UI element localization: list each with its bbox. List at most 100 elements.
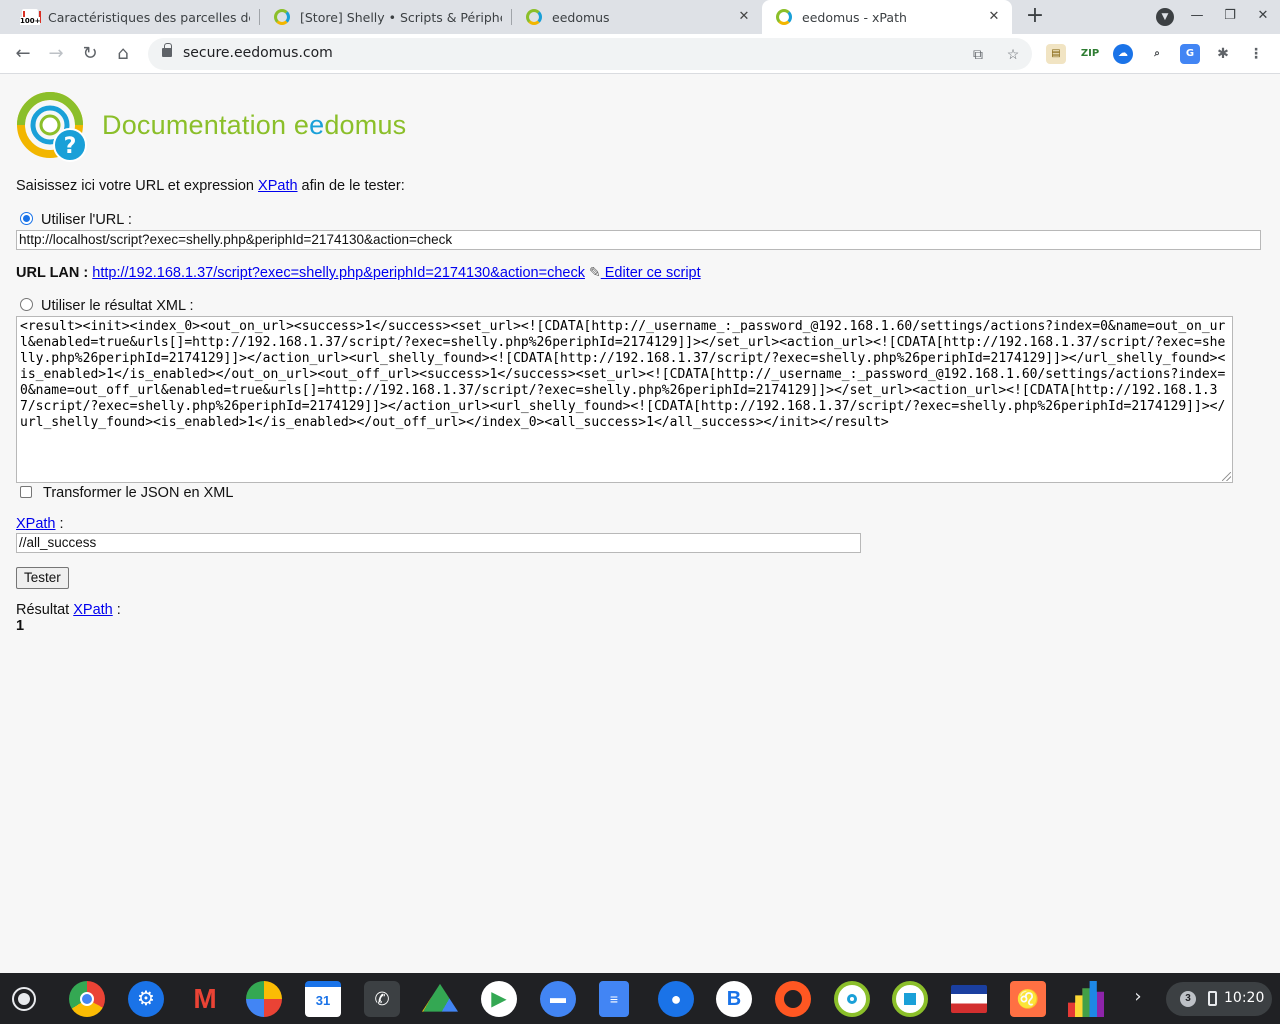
- result-xpath-link[interactable]: XPath: [73, 602, 113, 618]
- notification-count-badge[interactable]: 3: [1180, 991, 1196, 1007]
- page-content: ? Documentation eedomus Saisissez ici vo…: [0, 75, 1280, 973]
- address-bar[interactable]: secure.eedomus.com ⧉ ☆: [148, 38, 1032, 70]
- b-app-icon[interactable]: B: [716, 981, 752, 1017]
- pencil-icon[interactable]: ✎: [589, 264, 601, 280]
- extension-cloud-icon[interactable]: ☁: [1113, 44, 1133, 64]
- json-to-xml-option[interactable]: Transformer le JSON en XML: [20, 485, 233, 501]
- docs-icon[interactable]: ≡: [599, 981, 629, 1017]
- intro-before: Saisissez ici votre URL et expression: [16, 178, 259, 194]
- use-xml-label: Utiliser le résultat XML :: [41, 298, 194, 314]
- extensions-puzzle-icon[interactable]: ✱: [1213, 44, 1233, 64]
- xpath-input[interactable]: //all_success: [16, 533, 861, 553]
- tab-gmail[interactable]: Caractéristiques des parcelles de: [8, 0, 260, 34]
- minimize-icon[interactable]: —: [1189, 8, 1205, 24]
- extension-search-icon[interactable]: ⌕: [1147, 44, 1167, 64]
- gmail-icon[interactable]: M: [187, 981, 223, 1017]
- new-tab-button[interactable]: +: [1024, 5, 1046, 28]
- svg-text:?: ?: [64, 134, 77, 159]
- clock: 10:20: [1224, 990, 1265, 1006]
- whatsapp-icon[interactable]: ✆: [364, 981, 400, 1017]
- xml-textarea[interactable]: <result><init><index_0><out_on_url><succ…: [16, 316, 1233, 483]
- test-button[interactable]: Tester: [16, 567, 69, 589]
- url-input[interactable]: http://localhost/script?exec=shelly.php&…: [16, 230, 1261, 250]
- tab-eedomus-xpath[interactable]: eedomus - xPath ✕: [762, 0, 1012, 34]
- resize-grip[interactable]: [1222, 472, 1231, 481]
- close-tab-icon[interactable]: ✕: [986, 9, 1002, 25]
- extension-zip-icon[interactable]: ZIP: [1080, 44, 1100, 64]
- xml-text: <result><init><index_0><out_on_url><succ…: [20, 319, 1226, 430]
- title-e: e: [309, 110, 325, 140]
- close-tab-icon[interactable]: ✕: [736, 9, 752, 25]
- tab-title: eedomus: [552, 9, 610, 25]
- home-icon[interactable]: ⌂: [111, 42, 135, 66]
- xpath-label-suffix: :: [55, 516, 64, 532]
- xpath-label-row: XPath :: [16, 516, 64, 532]
- photos-icon[interactable]: [246, 981, 282, 1017]
- xpath-link[interactable]: XPath: [258, 178, 298, 194]
- more-menu-icon[interactable]: ⋮: [1246, 44, 1266, 64]
- calendar-icon[interactable]: 31: [305, 981, 341, 1017]
- intro-after: afin de le tester:: [297, 178, 405, 194]
- tab-title: [Store] Shelly • Scripts & Périphér: [300, 9, 502, 25]
- browser-tab-strip: Caractéristiques des parcelles de [Store…: [0, 0, 1280, 34]
- documentation-title: Documentation eedomus: [102, 110, 406, 141]
- play-store-icon[interactable]: ▶: [481, 981, 517, 1017]
- forward-arrow-icon[interactable]: →: [44, 42, 68, 66]
- launcher-icon[interactable]: [12, 987, 36, 1011]
- use-xml-option[interactable]: Utiliser le résultat XML :: [20, 298, 194, 314]
- back-arrow-icon[interactable]: ←: [11, 42, 35, 66]
- xpath-label-link[interactable]: XPath: [16, 516, 56, 532]
- equalizer-app-icon[interactable]: [1068, 981, 1104, 1017]
- url-lan-row: URL LAN : http://192.168.1.37/script?exe…: [16, 264, 701, 281]
- status-tray[interactable]: 3 10:20: [1166, 982, 1272, 1016]
- drive-icon[interactable]: [422, 983, 458, 1012]
- reload-icon[interactable]: ↻: [78, 42, 102, 66]
- open-in-new-icon[interactable]: ⧉: [968, 44, 988, 64]
- restore-icon[interactable]: ❐: [1222, 8, 1238, 24]
- url-lan-link[interactable]: http://192.168.1.37/script?exec=shelly.p…: [92, 265, 585, 281]
- tab-title: eedomus - xPath: [802, 9, 907, 25]
- url-lan-label: URL LAN :: [16, 265, 89, 281]
- use-url-option[interactable]: Utiliser l'URL :: [20, 212, 132, 228]
- title-end: domus: [324, 110, 407, 140]
- json-to-xml-label: Transformer le JSON en XML: [43, 485, 234, 501]
- close-window-icon[interactable]: ✕: [1255, 8, 1271, 24]
- contacts-icon[interactable]: ●: [658, 981, 694, 1017]
- extension-printer-icon[interactable]: ▤: [1046, 44, 1066, 64]
- address-bar-url[interactable]: secure.eedomus.com: [183, 45, 333, 61]
- lock-icon[interactable]: [162, 43, 172, 57]
- browser-toolbar: ← → ↻ ⌂ secure.eedomus.com ⧉ ☆ ▤ ZIP ☁ ⌕…: [0, 34, 1280, 74]
- battery-icon: [1208, 991, 1217, 1006]
- gmail-icon: [20, 9, 41, 25]
- eedomus-home-icon[interactable]: [892, 981, 928, 1017]
- lion-app-icon[interactable]: ♌: [1010, 981, 1046, 1017]
- settings-icon[interactable]: ⚙: [128, 981, 164, 1017]
- tab-store-shelly[interactable]: [Store] Shelly • Scripts & Périphér: [260, 0, 512, 34]
- intro-text: Saisissez ici votre URL et expression XP…: [16, 178, 405, 194]
- result-prefix: Résultat: [16, 602, 74, 618]
- tab-title: Caractéristiques des parcelles de: [48, 9, 250, 25]
- tab-eedomus[interactable]: eedomus ✕: [512, 0, 762, 34]
- use-xml-radio[interactable]: [20, 298, 33, 311]
- eedomus-icon: [776, 9, 792, 25]
- eedomus-logo: ?: [17, 92, 87, 162]
- flag-app-icon[interactable]: [951, 985, 987, 1013]
- use-url-radio[interactable]: [20, 212, 33, 225]
- eedomus-icon: [274, 9, 290, 25]
- chrome-icon[interactable]: [69, 981, 105, 1017]
- tab-search-icon[interactable]: ▼: [1156, 8, 1174, 26]
- os-taskbar: ⚙ M 31 ✆ ▶ ▬ ≡ ● B ♌ › 3 10:20: [0, 973, 1280, 1024]
- bookmark-star-icon[interactable]: ☆: [1003, 44, 1023, 64]
- files-icon[interactable]: ▬: [540, 981, 576, 1017]
- eedomus-icon[interactable]: [834, 981, 870, 1017]
- edit-script-link[interactable]: Editer ce script: [601, 265, 701, 281]
- result-label-row: Résultat XPath :: [16, 602, 121, 618]
- firefox-icon[interactable]: [775, 981, 811, 1017]
- result-value: 1: [16, 618, 25, 634]
- result-suffix: :: [112, 602, 121, 618]
- eedomus-icon: [526, 9, 542, 25]
- title-start: Documentation e: [102, 110, 310, 140]
- json-to-xml-checkbox[interactable]: [20, 486, 32, 498]
- extension-translate-icon[interactable]: G: [1180, 44, 1200, 64]
- chevron-right-icon[interactable]: ›: [1128, 987, 1148, 1007]
